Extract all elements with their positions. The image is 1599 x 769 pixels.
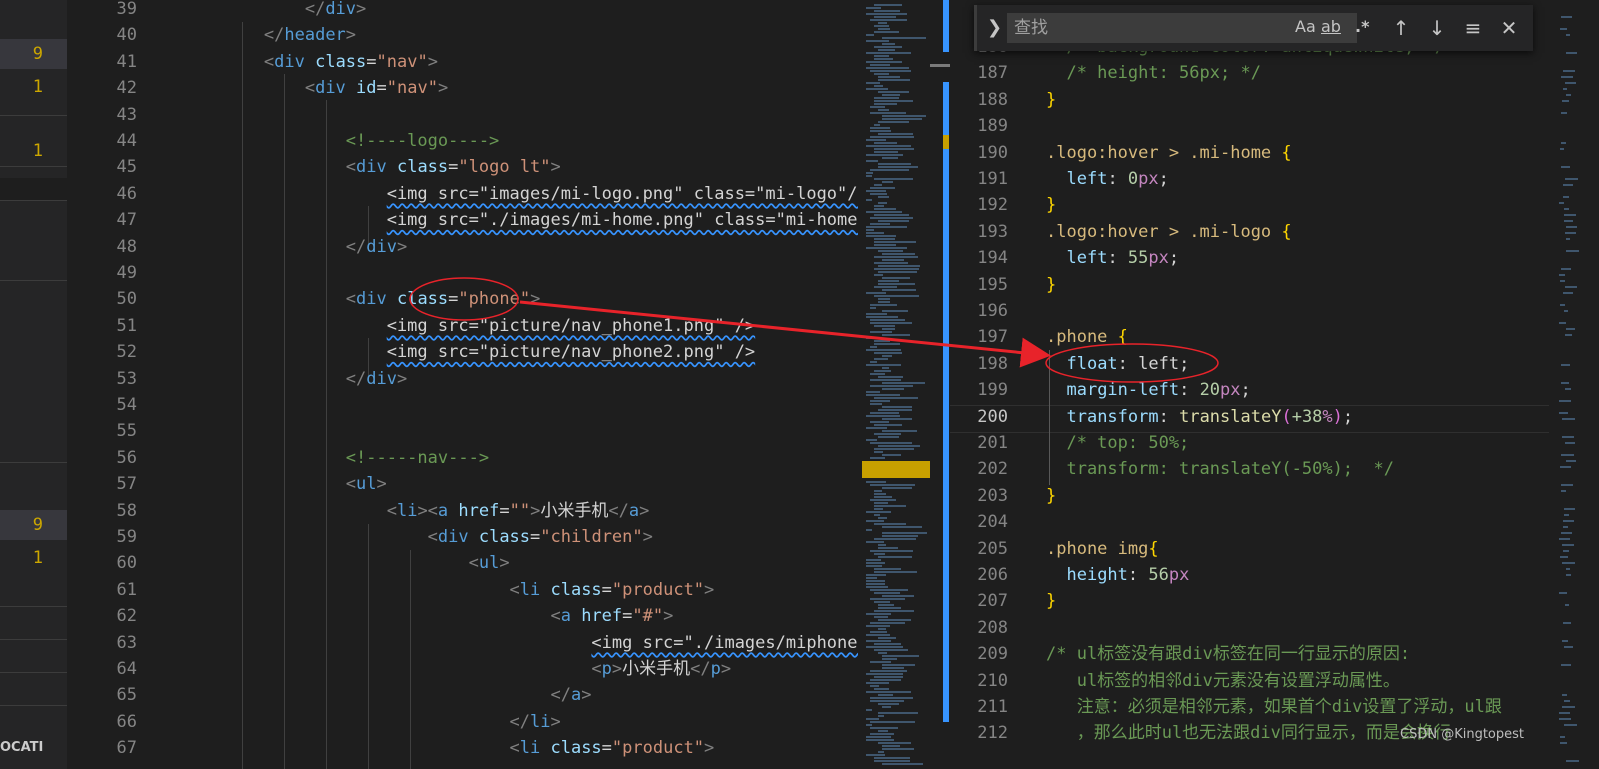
- annotation-arrow: [519, 300, 1051, 368]
- annotation-overlay: [409, 277, 1219, 383]
- watermark: CSDN @Kingtopest: [1400, 727, 1524, 742]
- annotation-ellipse: [409, 277, 519, 321]
- annotation-ellipse: [1045, 343, 1219, 383]
